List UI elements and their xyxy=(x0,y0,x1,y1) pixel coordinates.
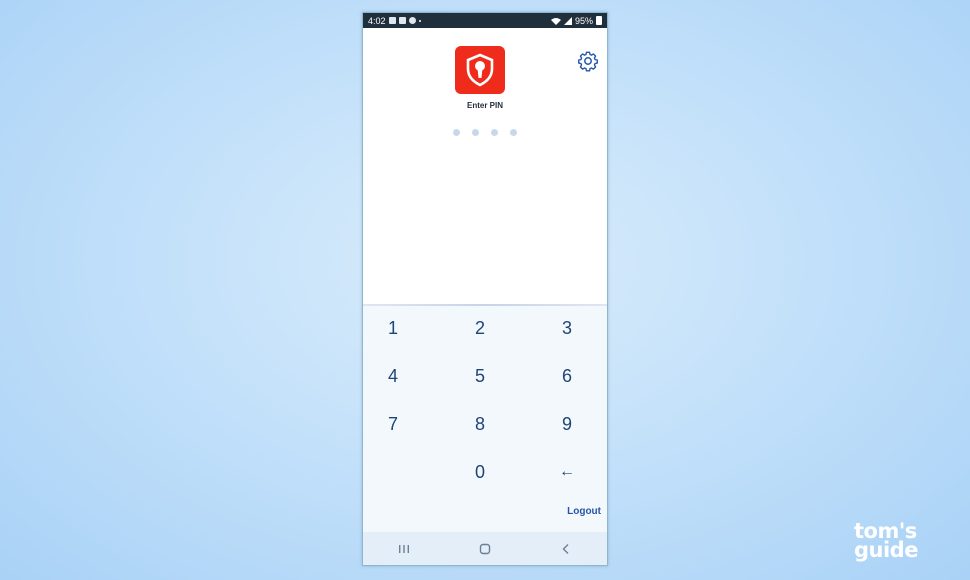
battery-percent: 95% xyxy=(574,15,593,26)
logout-button[interactable]: Logout xyxy=(567,506,601,517)
pin-dot xyxy=(453,129,460,136)
logo-line-2: guide xyxy=(854,538,918,562)
notification-icon xyxy=(398,17,406,24)
key-1[interactable]: 1 xyxy=(363,310,423,346)
status-time: 4:02 xyxy=(368,15,386,26)
home-icon[interactable] xyxy=(470,539,500,559)
toms-guide-logo: tom's guide xyxy=(854,521,950,562)
shield-keyhole-icon xyxy=(455,46,505,94)
key-8[interactable]: 8 xyxy=(450,406,510,442)
backspace-arrow-icon[interactable]: ← xyxy=(537,454,597,490)
key-4[interactable]: 4 xyxy=(363,358,423,394)
android-navigation-bar xyxy=(363,532,607,565)
key-9[interactable]: 9 xyxy=(537,406,597,442)
notification-icon xyxy=(408,17,416,24)
phone-screen: 4:02 95% Enter PIN 1 2 3 4 5 6 7 8 9 0 ←… xyxy=(362,12,608,566)
key-0[interactable]: 0 xyxy=(450,454,510,490)
key-5[interactable]: 5 xyxy=(450,358,510,394)
status-bar: 4:02 95% xyxy=(363,13,607,28)
notification-icon xyxy=(388,17,396,24)
pin-dot xyxy=(491,129,498,136)
wifi-icon xyxy=(550,17,561,25)
more-notifications-icon xyxy=(418,19,421,22)
key-3[interactable]: 3 xyxy=(537,310,597,346)
recents-icon[interactable] xyxy=(389,539,419,559)
key-7[interactable]: 7 xyxy=(363,406,423,442)
pin-dot xyxy=(510,129,517,136)
numeric-keypad: 1 2 3 4 5 6 7 8 9 0 ← Logout xyxy=(363,306,607,534)
battery-icon xyxy=(596,16,602,25)
gear-icon[interactable] xyxy=(577,50,599,72)
key-6[interactable]: 6 xyxy=(537,358,597,394)
key-2[interactable]: 2 xyxy=(450,310,510,346)
signal-icon xyxy=(563,16,572,25)
back-icon[interactable] xyxy=(551,539,581,559)
pin-dot xyxy=(472,129,479,136)
pin-indicator xyxy=(363,129,607,136)
enter-pin-label: Enter PIN xyxy=(466,101,503,110)
pin-entry-panel: Enter PIN xyxy=(363,28,607,304)
